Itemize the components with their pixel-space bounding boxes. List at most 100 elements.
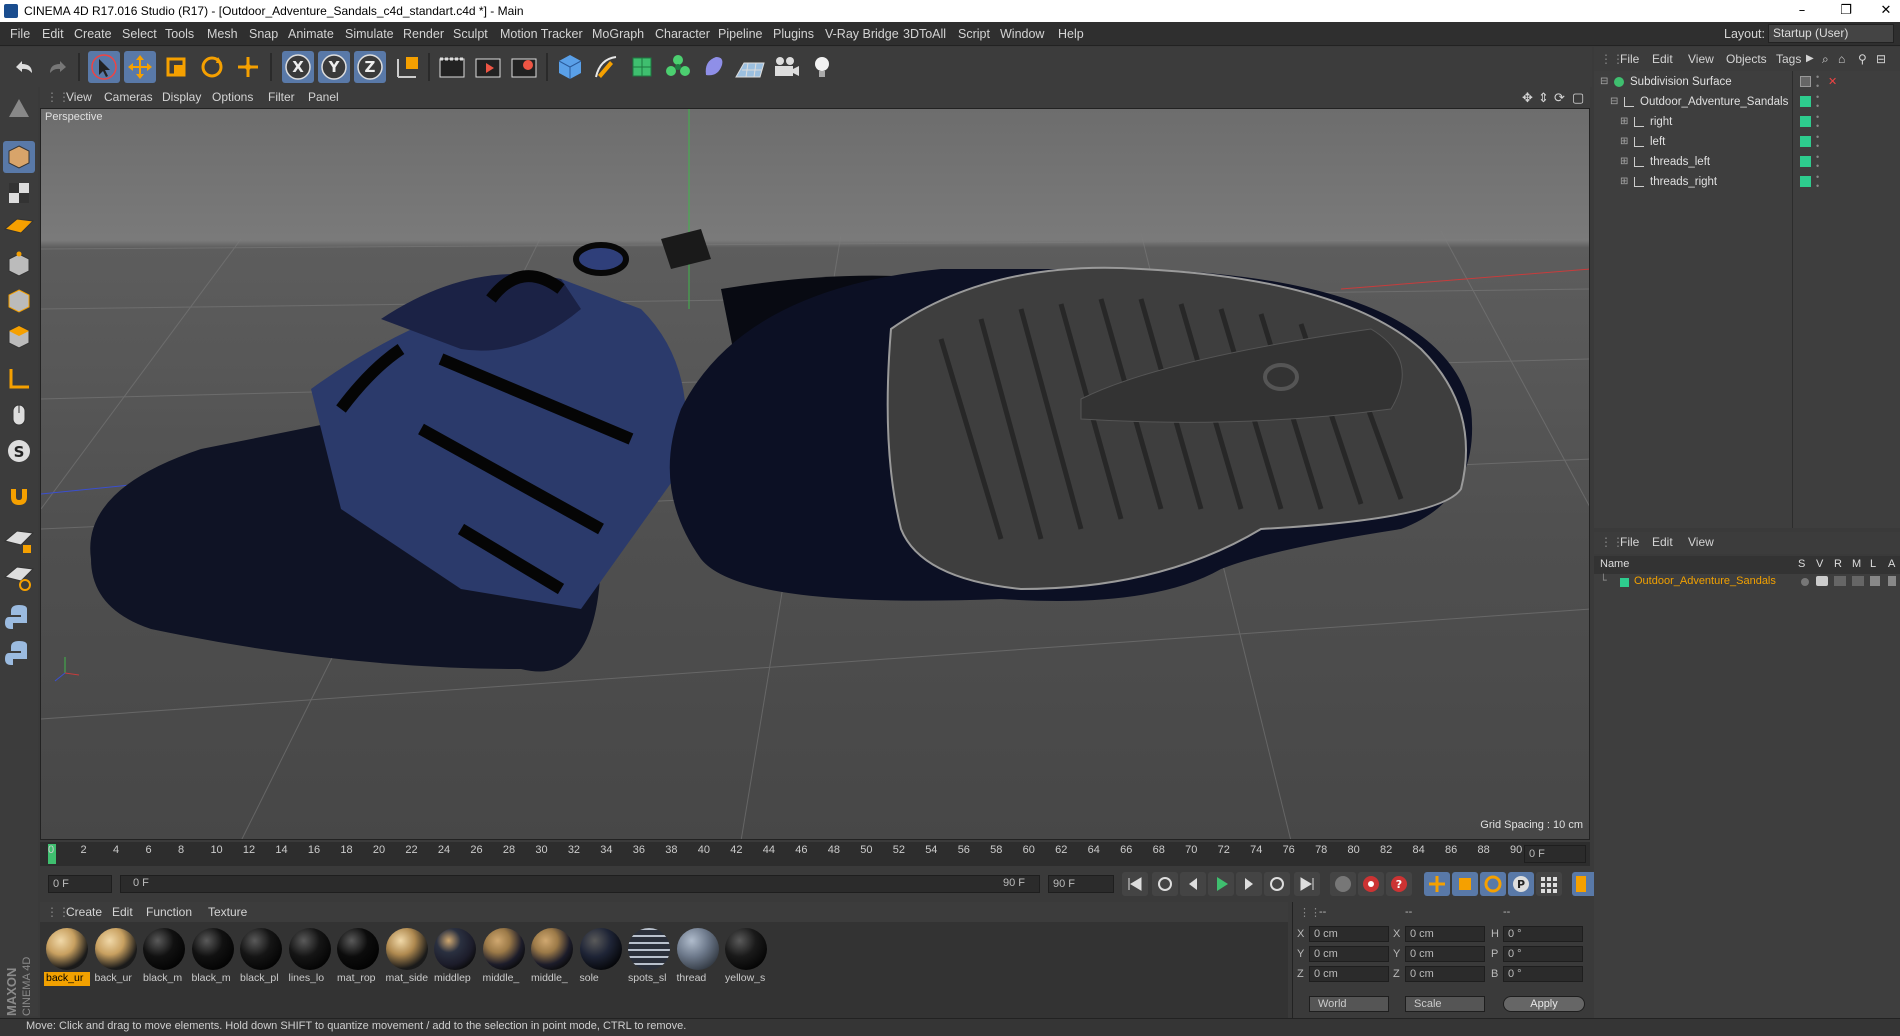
texture-mode-icon[interactable] — [3, 177, 35, 209]
key-parameter-icon[interactable]: P — [1508, 872, 1534, 896]
layer-color-icon[interactable] — [1800, 116, 1811, 127]
object-search-icon[interactable]: ⌕ — [1822, 47, 1829, 71]
viewport-pan-icon[interactable]: ✥ — [1522, 87, 1533, 108]
prev-frame-icon[interactable] — [1180, 872, 1206, 896]
object-expand-icon[interactable]: ⊟ — [1876, 47, 1886, 71]
object-name[interactable]: right — [1650, 113, 1672, 131]
key-scale-icon[interactable] — [1452, 872, 1478, 896]
layer-lock-icon[interactable] — [1870, 576, 1880, 586]
expand-toggle-icon[interactable]: ⊞ — [1620, 173, 1628, 191]
object-filter-icon[interactable]: ⚲ — [1858, 47, 1867, 71]
material-swatch[interactable]: middle_ — [481, 926, 527, 986]
size-z-field[interactable]: 0 cm — [1405, 966, 1485, 982]
pen-icon[interactable] — [590, 51, 622, 83]
material-swatch[interactable]: sole — [578, 926, 624, 986]
rotate-icon[interactable] — [196, 51, 228, 83]
menu-select[interactable]: Select — [122, 22, 157, 46]
layer-render-icon[interactable] — [1834, 576, 1846, 586]
make-editable-icon[interactable] — [3, 93, 35, 125]
y-axis-icon[interactable]: Y — [318, 51, 350, 83]
cloner-icon[interactable] — [662, 51, 694, 83]
expand-toggle-icon[interactable]: ⊞ — [1620, 133, 1628, 151]
camera-icon[interactable] — [770, 51, 802, 83]
object-menu-file[interactable]: File — [1620, 47, 1639, 71]
object-row[interactable]: ⊞ threads_left • • — [1594, 153, 1900, 171]
minimize-button[interactable]: – — [1782, 0, 1822, 22]
material-swatch[interactable]: back_ur — [93, 926, 139, 986]
material-swatch[interactable]: mat_side — [384, 926, 430, 986]
object-row[interactable]: ⊟ Outdoor_Adventure_Sandals • • — [1594, 93, 1900, 111]
workplane-icon[interactable] — [3, 209, 35, 241]
material-swatch[interactable]: black_m — [190, 926, 236, 986]
layer-color-icon[interactable] — [1800, 156, 1811, 167]
end-frame-field[interactable]: 90 F — [1048, 875, 1114, 893]
layer-name[interactable]: Outdoor_Adventure_Sandals — [1634, 575, 1776, 587]
menu-help[interactable]: Help — [1058, 22, 1084, 46]
menu-render[interactable]: Render — [403, 22, 444, 46]
render-settings-icon[interactable] — [508, 51, 540, 83]
menu-edit[interactable]: Edit — [42, 22, 64, 46]
deformer-icon[interactable] — [698, 51, 730, 83]
material-swatch[interactable]: back_ur — [44, 926, 90, 986]
material-swatch[interactable]: black_pl — [238, 926, 284, 986]
size-y-field[interactable]: 0 cm — [1405, 946, 1485, 962]
menu-snap[interactable]: Snap — [249, 22, 278, 46]
material-menu-texture[interactable]: Texture — [208, 902, 247, 923]
next-frame-icon[interactable] — [1236, 872, 1262, 896]
object-menu-tags[interactable]: Tags — [1776, 47, 1801, 71]
render-picture-viewer-icon[interactable] — [472, 51, 504, 83]
scale-icon[interactable] — [160, 51, 192, 83]
locked-workplane-icon[interactable] — [3, 525, 35, 557]
z-axis-icon[interactable]: Z — [354, 51, 386, 83]
object-row[interactable]: ⊞ left • • — [1594, 133, 1900, 151]
layer-color-icon[interactable] — [1800, 176, 1811, 187]
size-x-field[interactable]: 0 cm — [1405, 926, 1485, 942]
layer-color-icon[interactable] — [1800, 136, 1811, 147]
layer-animation-icon[interactable] — [1888, 576, 1896, 586]
rotation-p-field[interactable]: 0 ° — [1503, 946, 1583, 962]
rotation-b-field[interactable]: 0 ° — [1503, 966, 1583, 982]
render-view-icon[interactable] — [436, 51, 468, 83]
autokey-icon[interactable] — [1358, 872, 1384, 896]
layer-visible-icon[interactable] — [1816, 576, 1828, 586]
move-icon[interactable] — [124, 51, 156, 83]
menu-pipeline[interactable]: Pipeline — [718, 22, 762, 46]
light-icon[interactable] — [806, 51, 838, 83]
layer-menu-file[interactable]: File — [1620, 532, 1639, 553]
planar-workplane-icon[interactable] — [3, 561, 35, 593]
edges-mode-icon[interactable] — [3, 285, 35, 317]
key-rotation-icon[interactable] — [1480, 872, 1506, 896]
layout-dropdown[interactable]: Startup (User) — [1768, 24, 1894, 43]
object-name[interactable]: Subdivision Surface — [1630, 73, 1732, 91]
goto-end-icon[interactable] — [1294, 872, 1320, 896]
tweak-mode-icon[interactable] — [3, 399, 35, 431]
menu-motion-tracker[interactable]: Motion Tracker — [500, 22, 583, 46]
object-name[interactable]: threads_left — [1650, 153, 1710, 171]
polygons-mode-icon[interactable] — [3, 321, 35, 353]
menu-mesh[interactable]: Mesh — [207, 22, 238, 46]
menu-tools[interactable]: Tools — [165, 22, 194, 46]
floor-icon[interactable] — [734, 51, 766, 83]
next-key-icon[interactable] — [1264, 872, 1290, 896]
position-x-field[interactable]: 0 cm — [1309, 926, 1389, 942]
material-swatch[interactable]: spots_sl — [626, 926, 672, 986]
material-swatch[interactable]: thread — [675, 926, 721, 986]
python-icon[interactable] — [3, 637, 35, 669]
redo-icon[interactable] — [42, 51, 74, 83]
object-row[interactable]: ⊞ right • • — [1594, 113, 1900, 131]
magnet-icon[interactable] — [3, 479, 35, 511]
material-swatch[interactable]: black_m — [141, 926, 187, 986]
x-axis-icon[interactable]: X — [282, 51, 314, 83]
material-menu-function[interactable]: Function — [146, 902, 192, 923]
apply-button[interactable]: Apply — [1503, 996, 1585, 1012]
material-swatch[interactable]: yellow_s — [723, 926, 769, 986]
viewport-menu-cameras[interactable]: Cameras — [104, 87, 153, 108]
material-swatch[interactable]: middlep — [432, 926, 478, 986]
object-menu-view[interactable]: View — [1688, 47, 1714, 71]
disable-generator-icon[interactable]: ✕ — [1828, 73, 1837, 91]
visibility-dots-icon[interactable]: • • — [1816, 173, 1819, 191]
visibility-dots-icon[interactable]: • • — [1816, 113, 1819, 131]
visibility-dots-icon[interactable]: • • — [1816, 93, 1819, 111]
object-name[interactable]: Outdoor_Adventure_Sandals — [1640, 93, 1788, 111]
goto-start-icon[interactable] — [1122, 872, 1148, 896]
